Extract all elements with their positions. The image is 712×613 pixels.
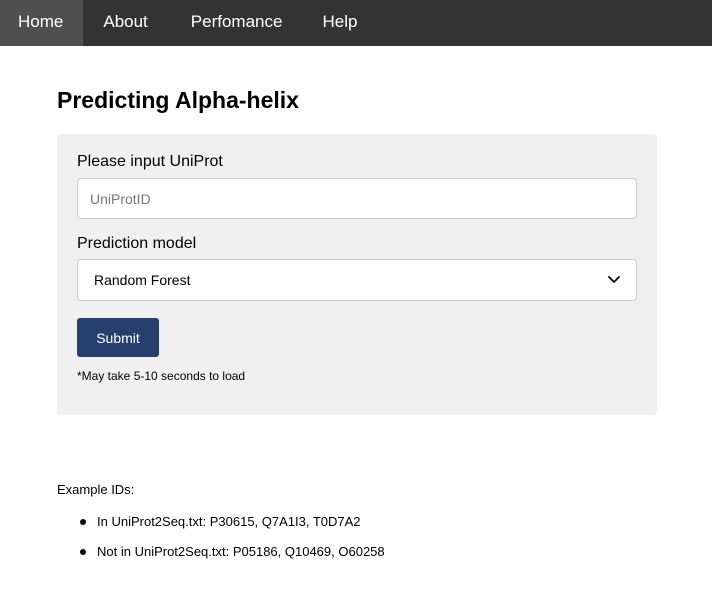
- chevron-down-icon: [608, 274, 620, 286]
- prediction-form: Please input UniProt Prediction model Ra…: [57, 134, 657, 415]
- uniprot-input[interactable]: [77, 178, 637, 219]
- uniprot-label: Please input UniProt: [77, 153, 223, 170]
- nav-help[interactable]: Help: [302, 0, 373, 46]
- example-text: Not in UniProt2Seq.txt: P05186, Q10469, …: [97, 544, 385, 559]
- example-list: In UniProt2Seq.txt: P30615, Q7A1I3, T0D7…: [57, 514, 385, 574]
- example-text: In UniProt2Seq.txt: P30615, Q7A1I3, T0D7…: [97, 514, 361, 529]
- model-select-value: Random Forest: [94, 272, 191, 288]
- nav-home[interactable]: Home: [0, 0, 84, 46]
- page-title: Predicting Alpha-helix: [57, 87, 299, 113]
- nav-about[interactable]: About: [83, 0, 170, 46]
- model-select[interactable]: Random Forest: [77, 259, 637, 301]
- bullet-icon: [80, 549, 86, 555]
- list-item: In UniProt2Seq.txt: P30615, Q7A1I3, T0D7…: [57, 514, 385, 544]
- model-label: Prediction model: [77, 235, 197, 252]
- examples-heading: Example IDs:: [57, 482, 135, 497]
- nav-performance[interactable]: Perfomance: [171, 0, 303, 46]
- list-item: Not in UniProt2Seq.txt: P05186, Q10469, …: [57, 544, 385, 574]
- top-navbar: Home About Perfomance Help: [0, 0, 712, 46]
- submit-button[interactable]: Submit: [77, 318, 159, 357]
- bullet-icon: [80, 519, 86, 525]
- load-time-note: *May take 5-10 seconds to load: [77, 369, 246, 383]
